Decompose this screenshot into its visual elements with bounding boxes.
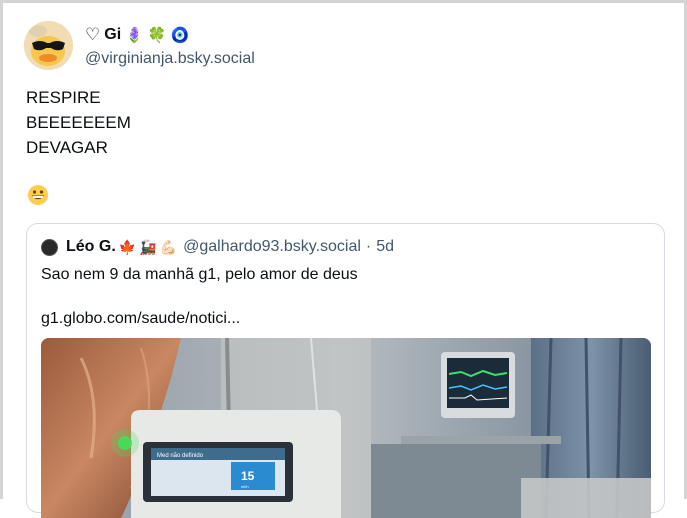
quoted-post-time[interactable]: 5d (376, 238, 394, 256)
grinning-face-icon: 😁 (27, 184, 49, 206)
quoted-author-handle[interactable]: @galhardo93.bsky.social (183, 238, 361, 256)
heart-outline-icon: ♡ (85, 24, 101, 44)
locomotive-emoji: 🚂 (139, 238, 157, 255)
quoted-post-link[interactable]: g1.globo.com/saude/notici... (41, 308, 240, 330)
hyacinth-emoji: 🪻 (125, 26, 144, 44)
author-name[interactable]: ♡ Gi 🪻 🍀 🧿 (85, 24, 255, 46)
quoted-post-card[interactable]: Léo G. 🍁 🚂 💪🏻 @galhardo93.bsky.social · … (26, 223, 665, 518)
quoted-author-avatar[interactable] (41, 238, 58, 256)
dot-separator: · (365, 238, 372, 255)
maple-leaf-emoji: 🍁 (118, 238, 137, 255)
post-header: ♡ Gi 🪻 🍀 🧿 @virginianja.bsky.social (24, 21, 255, 70)
author-display-name: Gi (104, 25, 122, 43)
hospital-room-photo: Med não definido 15 ml/h (41, 338, 651, 518)
monitor-label: Med não definido (157, 453, 204, 459)
flexed-bicep-emoji: 💪🏻 (159, 238, 178, 255)
monitor-unit: ml/h (241, 484, 249, 489)
post-body-text: RESPIRE BEEEEEEEM DEVAGAR (26, 88, 131, 157)
quoted-post-image[interactable]: Med não definido 15 ml/h (41, 338, 651, 518)
avatar[interactable] (24, 21, 73, 70)
post-frame: ♡ Gi 🪻 🍀 🧿 @virginianja.bsky.social RESP… (0, 0, 687, 518)
quoted-author-name[interactable]: Léo G. (66, 238, 116, 256)
clover-emoji: 🍀 (147, 26, 167, 44)
evil-eye-emoji: 🧿 (170, 26, 190, 44)
quoted-post-text: Sao nem 9 da manhã g1, pelo amor de deus (41, 266, 358, 283)
author-block: ♡ Gi 🪻 🍀 🧿 @virginianja.bsky.social (85, 24, 255, 68)
monitor-value: 15 (241, 469, 255, 483)
quoted-post-header: Léo G. 🍁 🚂 💪🏻 @galhardo93.bsky.social · … (41, 236, 394, 258)
duck-sunglasses-avatar-icon (24, 21, 73, 70)
author-handle[interactable]: @virginianja.bsky.social (85, 50, 255, 68)
